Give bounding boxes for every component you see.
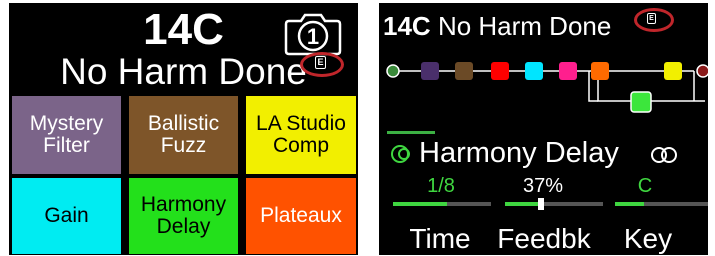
block-3 [491, 62, 509, 80]
param-key-slider[interactable] [615, 202, 708, 206]
footswitch-mystery-filter[interactable]: Mystery Filter [12, 96, 121, 174]
block-2 [455, 62, 473, 80]
footswitch-label: Delay [156, 215, 211, 238]
footswitch-label: Fuzz [160, 134, 207, 157]
block-8-selected [630, 91, 652, 113]
footswitch-plateaux[interactable]: Plateaux [246, 178, 356, 254]
footswitch-label: LA Studio [256, 112, 346, 135]
preset-number: 14C [383, 11, 431, 41]
preset-title: 14C No Harm Done [383, 11, 611, 41]
param-feedback-slider[interactable] [505, 198, 603, 210]
param-key-label: Key [623, 223, 673, 254]
delay-rings-icon [391, 145, 410, 163]
snapshot-camera-icon[interactable]: 1 [283, 11, 343, 56]
input-node [386, 64, 400, 78]
snapshot-number: 1 [307, 24, 319, 49]
selected-block-name: Harmony Delay [419, 137, 619, 169]
block-7 [664, 62, 682, 80]
slider-handle[interactable] [538, 198, 545, 210]
slider-fill [505, 202, 542, 206]
footswitch-label: Harmony [140, 193, 227, 216]
highlight-circle [300, 52, 344, 77]
footswitch-label: Comp [272, 134, 330, 157]
param-time-value: 1/8 [427, 175, 455, 197]
selection-underline [387, 131, 435, 134]
footswitch-screen: 14C No Harm Done 1 E Mystery Filter Balli… [9, 3, 358, 255]
footswitch-label: Gain [44, 204, 89, 227]
block-6 [591, 62, 609, 80]
param-key-value: C [637, 175, 653, 197]
footswitch-label: Ballistic [147, 112, 220, 135]
param-time-slider[interactable] [393, 202, 491, 206]
signal-chain [386, 62, 708, 113]
footswitch-la-studio-comp[interactable]: LA Studio Comp [246, 96, 356, 174]
preset-name: No Harm Done [437, 11, 612, 41]
footswitch-harmony-delay[interactable]: Harmony Delay [129, 178, 238, 254]
stereo-link-icon [651, 147, 677, 163]
footswitch-ballistic-fuzz[interactable]: Ballistic Fuzz [129, 96, 238, 174]
footswitch-label: Mystery [29, 112, 104, 135]
footswitch-gain[interactable]: Gain [12, 178, 121, 254]
param-feedback-label: Feedbk [497, 223, 591, 254]
highlight-circle [634, 8, 674, 32]
block-5 [559, 62, 577, 80]
slider-fill [615, 202, 645, 206]
footswitch-label: Plateaux [260, 204, 342, 227]
param-time-label: Time [409, 223, 471, 254]
signal-chain-screen: 14C No Harm Done E Harmony Delay 1/8 37%… [379, 3, 708, 255]
footswitch-label: Filter [43, 134, 90, 157]
block-4 [525, 62, 543, 80]
param-feedback-value: 37% [522, 175, 564, 197]
output-node [696, 64, 708, 78]
slider-fill [393, 202, 447, 206]
block-1 [421, 62, 439, 80]
